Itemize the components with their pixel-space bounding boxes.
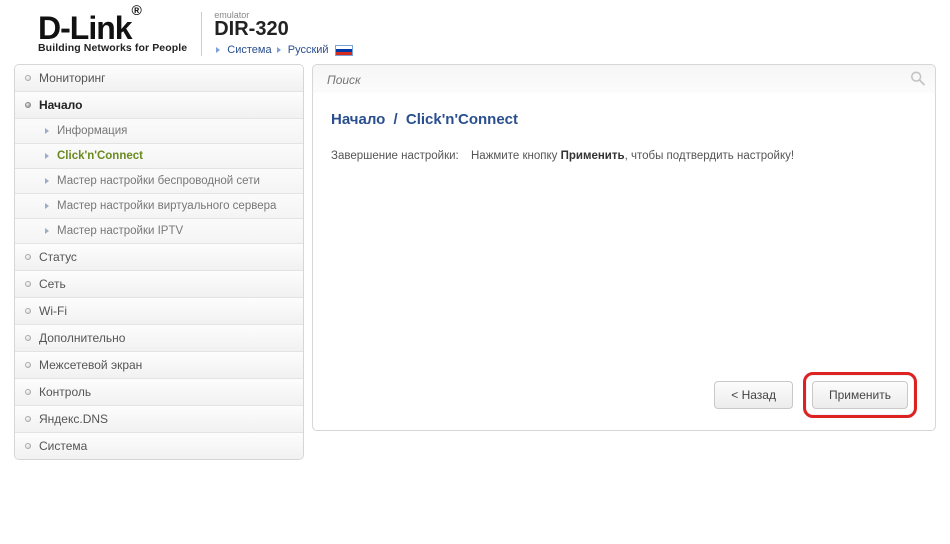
sidebar-item-label: Межсетевой экран bbox=[39, 358, 142, 372]
logo-text: D-Link® bbox=[38, 12, 187, 44]
bullet-icon bbox=[25, 335, 31, 341]
breadcrumb-page: Click'n'Connect bbox=[406, 111, 518, 128]
model-name: DIR-320 bbox=[214, 19, 352, 39]
sidebar-item-1[interactable]: Начало bbox=[15, 92, 303, 119]
crumb-language-link[interactable]: Русский bbox=[288, 44, 329, 56]
sidebar-subitem-1-3[interactable]: Мастер настройки виртуального сервера bbox=[15, 194, 303, 219]
chevron-right-icon bbox=[45, 128, 49, 134]
sidebar: Мониторинг Начало Информация Click'n'Connec… bbox=[14, 64, 304, 460]
breadcrumb: Начало / Click'n'Connect bbox=[331, 111, 917, 128]
sidebar-subitem-1-4[interactable]: Мастер настройки IPTV bbox=[15, 219, 303, 244]
sidebar-item-5[interactable]: Дополнительно bbox=[15, 325, 303, 352]
info-row-label: Завершение настройки: bbox=[331, 150, 471, 162]
search-wrap bbox=[312, 64, 936, 96]
registered-mark: ® bbox=[132, 2, 141, 18]
sidebar-item-label: Яндекс.DNS bbox=[39, 412, 108, 426]
sidebar-menu: Мониторинг Начало Информация Click'n'Connec… bbox=[14, 64, 304, 460]
sidebar-item-3[interactable]: Сеть bbox=[15, 271, 303, 298]
sidebar-item-label: Wi-Fi bbox=[39, 304, 67, 318]
bullet-icon bbox=[25, 102, 31, 108]
bullet-icon bbox=[25, 389, 31, 395]
bullet-icon bbox=[25, 75, 31, 81]
sidebar-item-label: Система bbox=[39, 439, 87, 453]
sidebar-item-label: Дополнительно bbox=[39, 331, 125, 345]
sidebar-item-label: Мониторинг bbox=[39, 71, 106, 85]
sidebar-item-label: Статус bbox=[39, 250, 77, 264]
chevron-right-icon bbox=[45, 203, 49, 209]
sidebar-subitem-1-2[interactable]: Мастер настройки беспроводной сети bbox=[15, 169, 303, 194]
sidebar-item-label: Начало bbox=[39, 98, 82, 112]
breadcrumb-root: Начало bbox=[331, 111, 385, 128]
sidebar-item-2[interactable]: Статус bbox=[15, 244, 303, 271]
info-row-value: Нажмите кнопку Применить, чтобы подтверд… bbox=[471, 150, 794, 162]
bullet-icon bbox=[25, 254, 31, 260]
logo-word: D-Link bbox=[38, 10, 132, 46]
main: Начало / Click'n'Connect Завершение наст… bbox=[312, 64, 936, 460]
info-text-prefix: Нажмите кнопку bbox=[471, 150, 561, 162]
apply-highlight: Применить bbox=[803, 372, 917, 418]
chevron-right-icon bbox=[45, 153, 49, 159]
sidebar-item-6[interactable]: Межсетевой экран bbox=[15, 352, 303, 379]
chevron-right-icon bbox=[216, 47, 220, 53]
sidebar-item-label: Контроль bbox=[39, 385, 91, 399]
sidebar-subitem-1-1[interactable]: Click'n'Connect bbox=[15, 144, 303, 169]
header-crumb: Система Русский bbox=[214, 44, 352, 56]
search-icon[interactable] bbox=[910, 71, 926, 90]
sidebar-item-9[interactable]: Система bbox=[15, 433, 303, 459]
info-text-bold: Применить bbox=[561, 150, 625, 162]
chevron-right-icon bbox=[277, 47, 281, 53]
sidebar-item-8[interactable]: Яндекс.DNS bbox=[15, 406, 303, 433]
bullet-icon bbox=[25, 308, 31, 314]
sidebar-item-0[interactable]: Мониторинг bbox=[15, 65, 303, 92]
chevron-right-icon bbox=[45, 178, 49, 184]
sidebar-subitem-label: Мастер настройки IPTV bbox=[57, 225, 183, 237]
chevron-right-icon bbox=[45, 228, 49, 234]
header-divider bbox=[201, 12, 202, 56]
info-row: Завершение настройки: Нажмите кнопку При… bbox=[331, 150, 917, 162]
content-panel: Начало / Click'n'Connect Завершение наст… bbox=[312, 93, 936, 431]
sidebar-item-label: Сеть bbox=[39, 277, 66, 291]
sidebar-subitem-1-0[interactable]: Информация bbox=[15, 119, 303, 144]
header: D-Link® Building Networks for People emu… bbox=[14, 0, 936, 64]
bullet-icon bbox=[25, 416, 31, 422]
sidebar-item-7[interactable]: Контроль bbox=[15, 379, 303, 406]
sidebar-subitem-label: Click'n'Connect bbox=[57, 150, 143, 162]
model-block: emulator DIR-320 Система Русский bbox=[214, 6, 352, 56]
back-button[interactable]: < Назад bbox=[714, 381, 793, 409]
logo-tagline: Building Networks for People bbox=[38, 42, 187, 54]
sidebar-subitem-label: Мастер настройки виртуального сервера bbox=[57, 200, 276, 212]
flag-russia-icon bbox=[335, 45, 353, 56]
apply-button[interactable]: Применить bbox=[812, 381, 908, 409]
bullet-icon bbox=[25, 362, 31, 368]
sidebar-subitem-label: Мастер настройки беспроводной сети bbox=[57, 175, 260, 187]
bullet-icon bbox=[25, 281, 31, 287]
search-input[interactable] bbox=[312, 64, 936, 96]
logo: D-Link® Building Networks for People bbox=[38, 6, 187, 54]
crumb-system-link[interactable]: Система bbox=[227, 44, 271, 56]
sidebar-item-4[interactable]: Wi-Fi bbox=[15, 298, 303, 325]
bullet-icon bbox=[25, 443, 31, 449]
breadcrumb-sep: / bbox=[394, 111, 398, 128]
info-text-suffix: , чтобы подтвердить настройку! bbox=[625, 150, 795, 162]
footer-buttons: < Назад Применить bbox=[331, 362, 917, 418]
sidebar-subitem-label: Информация bbox=[57, 125, 127, 137]
